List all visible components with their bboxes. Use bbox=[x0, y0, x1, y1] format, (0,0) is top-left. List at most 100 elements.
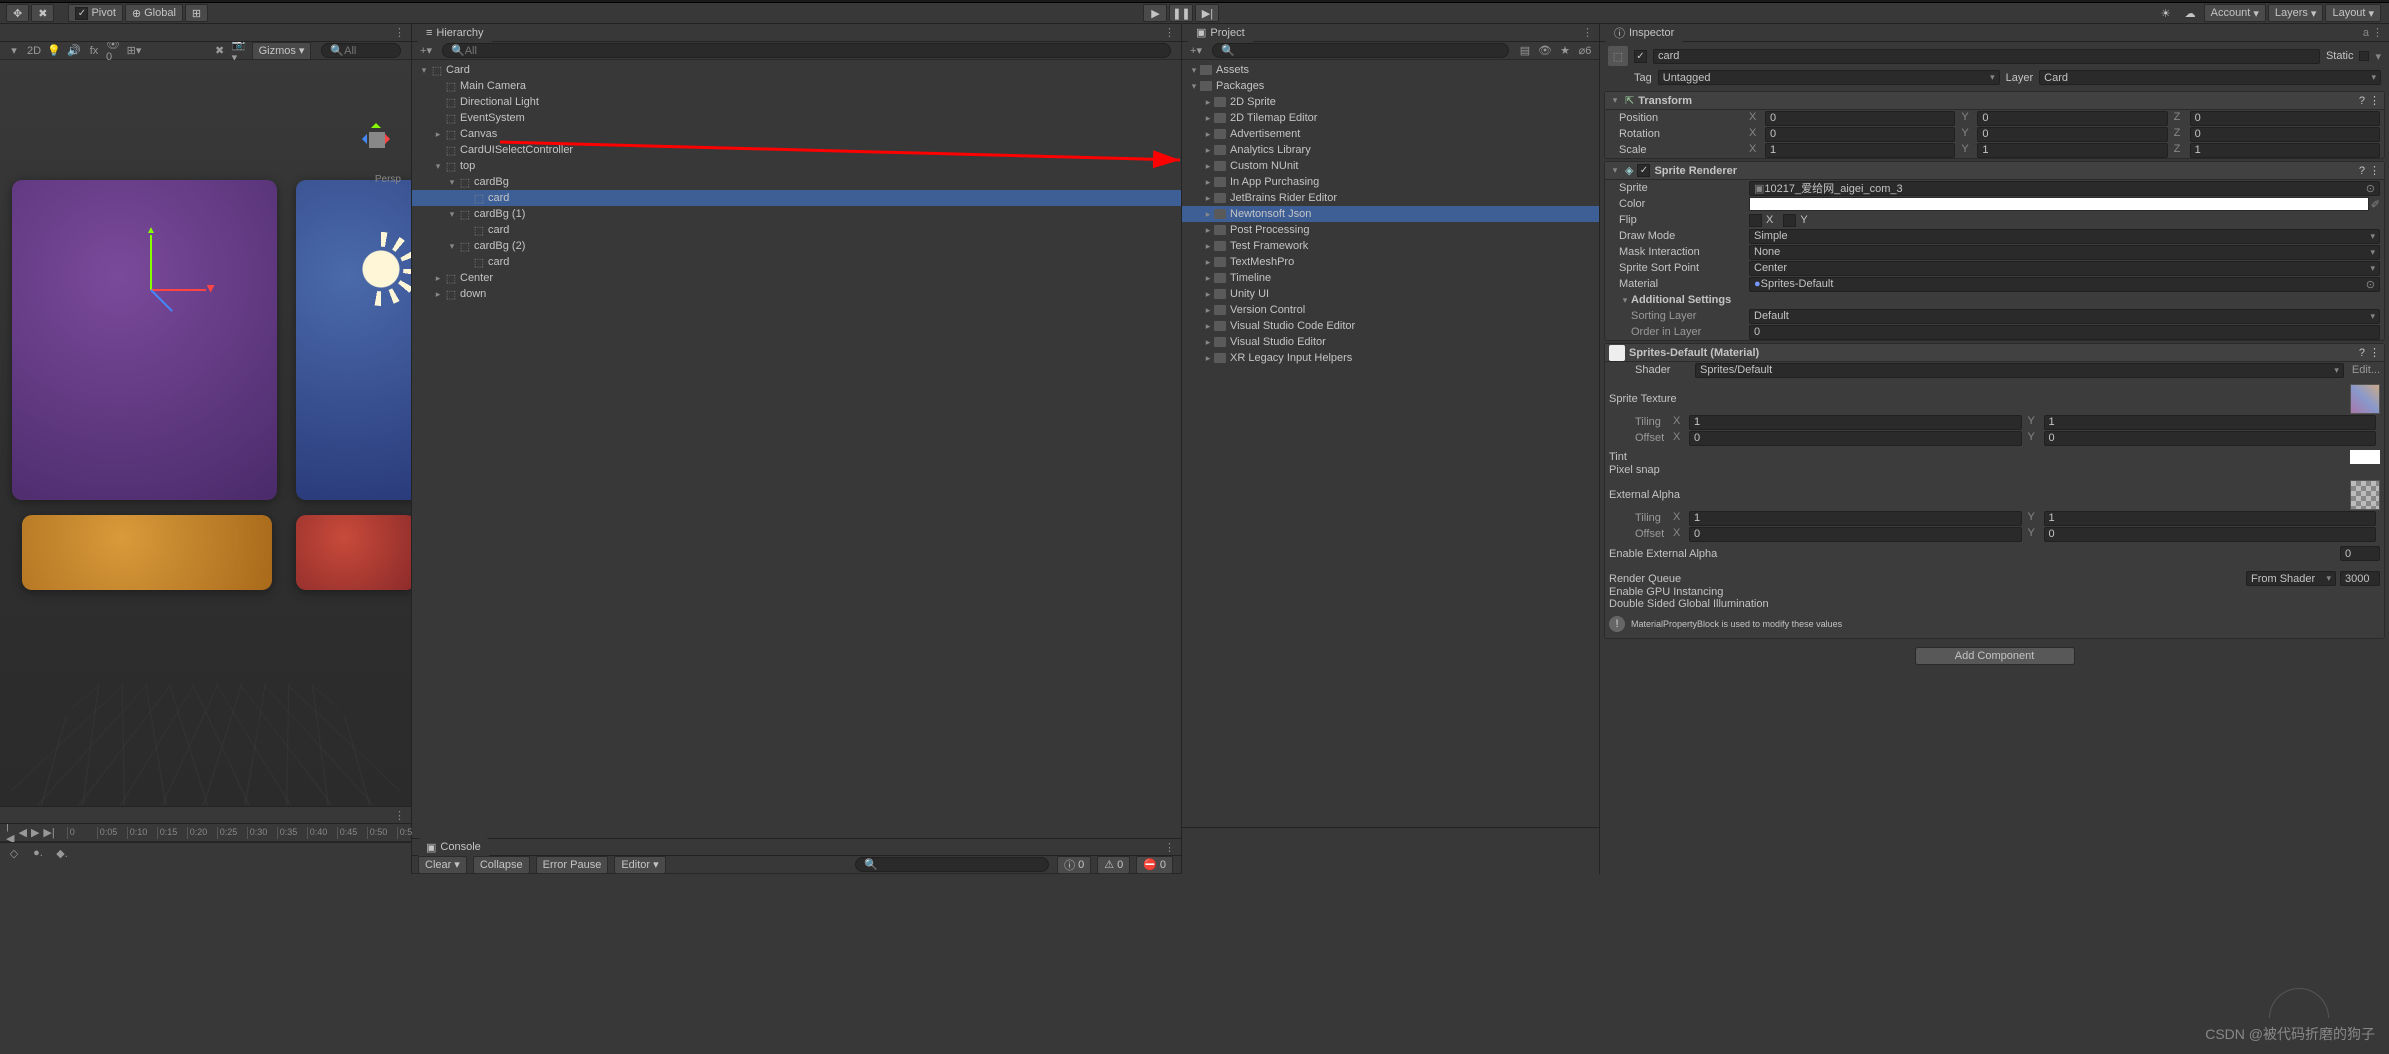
project-item[interactable]: ▸In App Purchasing bbox=[1182, 174, 1599, 190]
project-options-icon[interactable]: ⋮ bbox=[1582, 26, 1593, 39]
static-dropdown-icon[interactable]: ▾ bbox=[2375, 50, 2381, 63]
timeline-body[interactable]: ◇ ●. ◆. bbox=[0, 842, 411, 874]
sprite-renderer-enabled[interactable]: ✓ bbox=[1637, 164, 1650, 177]
timeline-back[interactable]: ◀ bbox=[18, 825, 26, 841]
offset-y[interactable]: 0 bbox=[2044, 431, 2377, 446]
project-item[interactable]: ▸2D Sprite bbox=[1182, 94, 1599, 110]
project-item[interactable]: ▸TextMeshPro bbox=[1182, 254, 1599, 270]
project-item[interactable]: ▸Post Processing bbox=[1182, 222, 1599, 238]
project-item[interactable]: ▸2D Tilemap Editor bbox=[1182, 110, 1599, 126]
ea-tiling-y[interactable]: 1 bbox=[2044, 511, 2377, 526]
scene-search[interactable]: 🔍 bbox=[321, 43, 401, 58]
shaded-dropdown[interactable]: ▾ bbox=[6, 43, 22, 59]
scl-x-field[interactable]: 1 bbox=[1765, 143, 1955, 158]
perspective-label[interactable]: Persp bbox=[375, 174, 401, 185]
timeline-play[interactable]: ▶ bbox=[31, 825, 39, 841]
material-header[interactable]: Sprites-Default (Material) ? ⋮ bbox=[1605, 344, 2384, 362]
project-item[interactable]: ▸Advertisement bbox=[1182, 126, 1599, 142]
shader-dropdown[interactable]: Sprites/Default bbox=[1695, 363, 2344, 378]
sprite-renderer-header[interactable]: ▾ ◈ ✓ Sprite Renderer ? ⋮ bbox=[1605, 162, 2384, 180]
help-icon[interactable]: ? bbox=[2359, 165, 2365, 177]
project-tab[interactable]: ▣Project bbox=[1188, 24, 1253, 42]
gizmos-dropdown[interactable]: Gizmos ▾ bbox=[252, 42, 312, 60]
project-item[interactable]: ▾Packages bbox=[1182, 78, 1599, 94]
hierarchy-search-input[interactable] bbox=[465, 45, 1162, 57]
hierarchy-item[interactable]: ▸Canvas bbox=[412, 126, 1181, 142]
sorting-layer-dropdown[interactable]: Default bbox=[1749, 309, 2380, 324]
project-hidden-icon[interactable]: ⌀6 bbox=[1577, 43, 1593, 59]
hierarchy-add-button[interactable]: +▾ bbox=[418, 43, 434, 59]
hierarchy-item[interactable]: Main Camera bbox=[412, 78, 1181, 94]
snap-button[interactable]: ⊞ bbox=[185, 4, 208, 22]
console-collapse[interactable]: Collapse bbox=[473, 856, 530, 874]
help-icon[interactable]: ? bbox=[2359, 95, 2365, 107]
timeline-prev[interactable]: |◀ bbox=[6, 825, 14, 841]
account-dropdown[interactable]: Account ▾ bbox=[2204, 4, 2266, 22]
hierarchy-tab[interactable]: ≡Hierarchy bbox=[418, 24, 492, 42]
project-item[interactable]: ▸Unity UI bbox=[1182, 286, 1599, 302]
hierarchy-item[interactable]: ▾Card bbox=[412, 62, 1181, 78]
project-item[interactable]: ▸Visual Studio Editor bbox=[1182, 334, 1599, 350]
draw-mode-dropdown[interactable]: Simple bbox=[1749, 229, 2380, 244]
ext-alpha-preview[interactable] bbox=[2350, 480, 2380, 510]
rot-x-field[interactable]: 0 bbox=[1765, 127, 1955, 142]
console-search-input[interactable] bbox=[878, 859, 1040, 871]
console-warn-count[interactable]: ⚠0 bbox=[1097, 856, 1130, 874]
console-options-icon[interactable]: ⋮ bbox=[1164, 841, 1175, 854]
console-editor[interactable]: Editor ▾ bbox=[614, 856, 665, 874]
layout-dropdown[interactable]: Layout ▾ bbox=[2325, 4, 2381, 22]
project-item[interactable]: ▸Version Control bbox=[1182, 302, 1599, 318]
view-gizmo[interactable] bbox=[357, 120, 397, 160]
project-search-input[interactable] bbox=[1235, 45, 1500, 57]
tint-color[interactable] bbox=[2350, 450, 2380, 464]
hierarchy-item[interactable]: ▾cardBg bbox=[412, 174, 1181, 190]
console-search[interactable]: 🔍 bbox=[855, 857, 1049, 872]
project-search[interactable]: 🔍 bbox=[1212, 43, 1509, 58]
object-picker-icon[interactable]: ⊙ bbox=[2366, 278, 2375, 291]
gameobject-name-field[interactable]: card bbox=[1653, 49, 2320, 64]
fx-toggle[interactable]: fx bbox=[86, 43, 102, 59]
audio-toggle[interactable]: 🔊 bbox=[66, 43, 82, 59]
tiling-x[interactable]: 1 bbox=[1689, 415, 2022, 430]
color-field[interactable] bbox=[1749, 197, 2369, 211]
project-eye-icon[interactable]: 👁 bbox=[1537, 43, 1553, 59]
pos-z-field[interactable]: 0 bbox=[2190, 111, 2380, 126]
project-item[interactable]: ▸Timeline bbox=[1182, 270, 1599, 286]
sprite-field[interactable]: ▣10217_爱给网_aigei_com_3⊙ bbox=[1749, 181, 2380, 196]
tools-icon[interactable]: ✖ bbox=[212, 43, 228, 59]
hierarchy-item[interactable]: card bbox=[412, 254, 1181, 270]
hierarchy-item[interactable]: card bbox=[412, 190, 1181, 206]
pos-y-field[interactable]: 0 bbox=[1977, 111, 2167, 126]
scl-z-field[interactable]: 1 bbox=[2190, 143, 2380, 158]
tag-dropdown[interactable]: Untagged bbox=[1658, 70, 2000, 85]
timeline-fwd[interactable]: ▶| bbox=[43, 825, 54, 841]
ea-offset-x[interactable]: 0 bbox=[1689, 527, 2022, 542]
hierarchy-item[interactable]: ▾top bbox=[412, 158, 1181, 174]
edit-button[interactable]: Edit... bbox=[2352, 364, 2380, 376]
hierarchy-item[interactable]: Directional Light bbox=[412, 94, 1181, 110]
render-queue-val[interactable]: 3000 bbox=[2340, 571, 2380, 586]
enable-ext-alpha-val[interactable]: 0 bbox=[2340, 546, 2380, 561]
hierarchy-item[interactable]: card bbox=[412, 222, 1181, 238]
pause-button[interactable]: ❚❚ bbox=[1169, 4, 1193, 22]
hierarchy-item[interactable]: ▾cardBg (1) bbox=[412, 206, 1181, 222]
hierarchy-item[interactable]: ▸Center bbox=[412, 270, 1181, 286]
flip-y-checkbox[interactable] bbox=[1783, 214, 1796, 227]
add-component-button[interactable]: Add Component bbox=[1915, 647, 2075, 665]
sprite-texture-preview[interactable] bbox=[2350, 384, 2380, 414]
tiling-y[interactable]: 1 bbox=[2044, 415, 2377, 430]
project-item[interactable]: ▸Analytics Library bbox=[1182, 142, 1599, 158]
project-item[interactable]: ▸JetBrains Rider Editor bbox=[1182, 190, 1599, 206]
hierarchy-item[interactable]: CardUISelectController bbox=[412, 142, 1181, 158]
tools-button[interactable]: ✖ bbox=[31, 4, 54, 22]
ea-offset-y[interactable]: 0 bbox=[2044, 527, 2377, 542]
global-toggle[interactable]: ⊕Global bbox=[125, 4, 183, 22]
rot-y-field[interactable]: 0 bbox=[1977, 127, 2167, 142]
render-queue-mode[interactable]: From Shader bbox=[2246, 571, 2336, 586]
hidden-toggle[interactable]: 👁0 bbox=[106, 43, 122, 59]
hierarchy-tree[interactable]: ▾CardMain CameraDirectional LightEventSy… bbox=[412, 60, 1181, 838]
hierarchy-options-icon[interactable]: ⋮ bbox=[1164, 26, 1175, 39]
2d-toggle[interactable]: 2D bbox=[26, 43, 42, 59]
hierarchy-search[interactable]: 🔍 bbox=[442, 43, 1171, 58]
object-picker-icon[interactable]: ⊙ bbox=[2366, 182, 2375, 195]
